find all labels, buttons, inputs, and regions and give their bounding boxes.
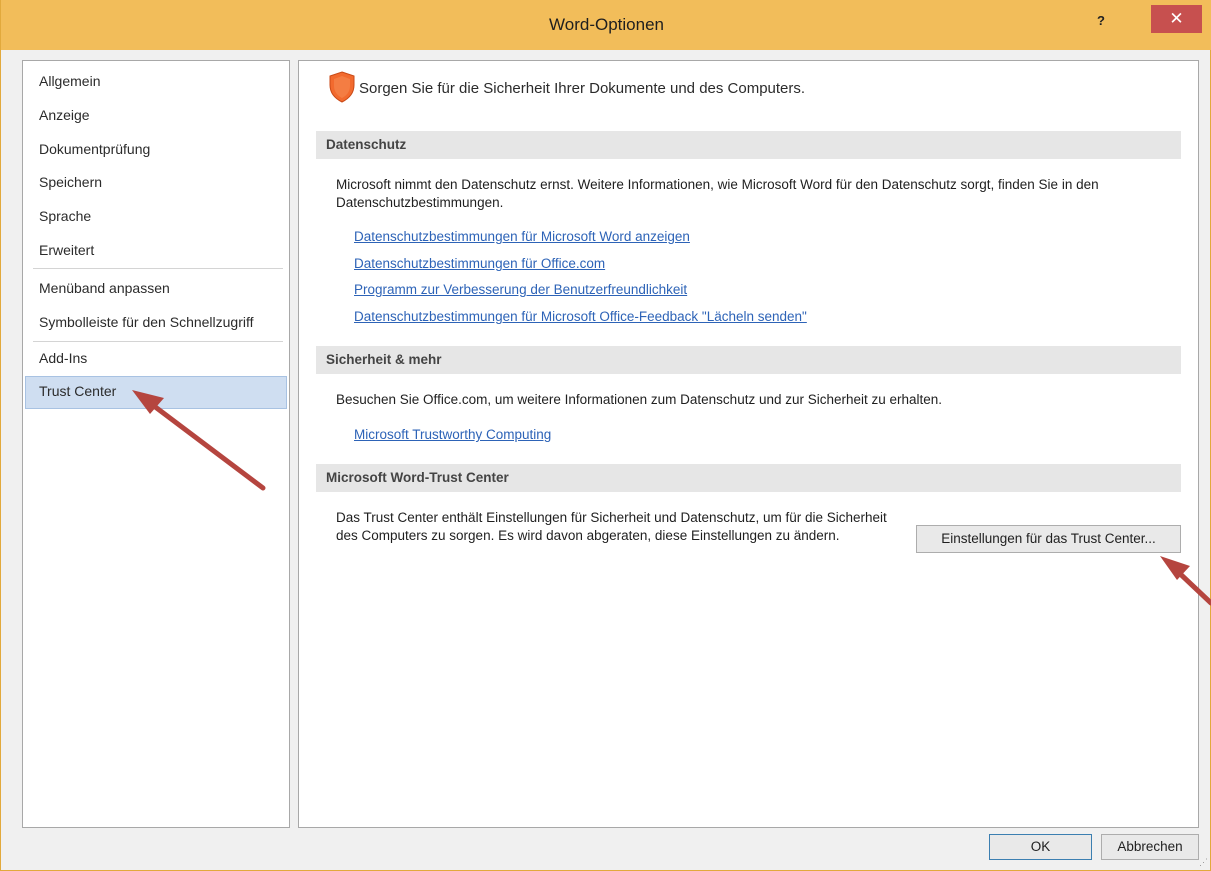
sidebar-item-allgemein[interactable]: Allgemein (25, 66, 287, 97)
section-heading-datenschutz: Datenschutz (316, 131, 1181, 159)
sidebar-item-sprache[interactable]: Sprache (25, 201, 287, 232)
sidebar-divider (33, 341, 283, 342)
privacy-description: Microsoft nimmt den Datenschutz ernst. W… (336, 177, 1099, 210)
title-bar[interactable]: Word-Optionen ? ✕ (1, 0, 1211, 50)
word-options-dialog: Word-Optionen ? ✕ Allgemein Anzeige Doku… (0, 0, 1211, 871)
help-button[interactable]: ? (1090, 10, 1112, 32)
sidebar-item-schnellzugriff[interactable]: Symbolleiste für den Schnellzugriff (25, 307, 287, 338)
link-feedback-privacy[interactable]: Datenschutzbestimmungen für Microsoft Of… (354, 309, 807, 324)
panel-header-text: Sorgen Sie für die Sicherheit Ihrer Doku… (359, 80, 806, 97)
trust-center-settings-button[interactable]: Einstellungen für das Trust Center... (916, 525, 1181, 553)
dialog-title: Word-Optionen (549, 15, 664, 34)
ok-button[interactable]: OK (989, 834, 1092, 860)
sidebar-item-add-ins[interactable]: Add-Ins (25, 343, 287, 374)
sidebar-item-dokumentpruefung[interactable]: Dokumentprüfung (25, 134, 287, 165)
sidebar-item-menueband-anpassen[interactable]: Menüband anpassen (25, 273, 287, 304)
shield-icon (329, 71, 355, 103)
options-sidebar: Allgemein Anzeige Dokumentprüfung Speich… (22, 60, 290, 828)
sidebar-divider (33, 268, 283, 269)
cancel-button[interactable]: Abbrechen (1101, 834, 1199, 860)
sidebar-item-anzeige[interactable]: Anzeige (25, 100, 287, 131)
sidebar-item-speichern[interactable]: Speichern (25, 167, 287, 198)
link-office-privacy[interactable]: Datenschutzbestimmungen für Office.com (354, 256, 605, 271)
link-trustworthy-computing[interactable]: Microsoft Trustworthy Computing (354, 427, 551, 442)
sidebar-item-trust-center[interactable]: Trust Center (25, 376, 287, 409)
trust-center-description: Das Trust Center enthält Einstellungen f… (336, 510, 887, 543)
security-description: Besuchen Sie Office.com, um weitere Info… (336, 392, 943, 407)
sidebar-item-erweitert[interactable]: Erweitert (25, 235, 287, 266)
resize-grip-icon[interactable]: ⋰ (1199, 857, 1208, 868)
close-button[interactable]: ✕ (1151, 5, 1202, 33)
link-word-privacy[interactable]: Datenschutzbestimmungen für Microsoft Wo… (354, 229, 690, 244)
section-heading-sicherheit: Sicherheit & mehr (316, 346, 1181, 374)
section-heading-trust-center: Microsoft Word-Trust Center (316, 464, 1181, 492)
trust-center-panel: Sorgen Sie für die Sicherheit Ihrer Doku… (298, 60, 1199, 828)
link-ceip[interactable]: Programm zur Verbesserung der Benutzerfr… (354, 282, 687, 297)
